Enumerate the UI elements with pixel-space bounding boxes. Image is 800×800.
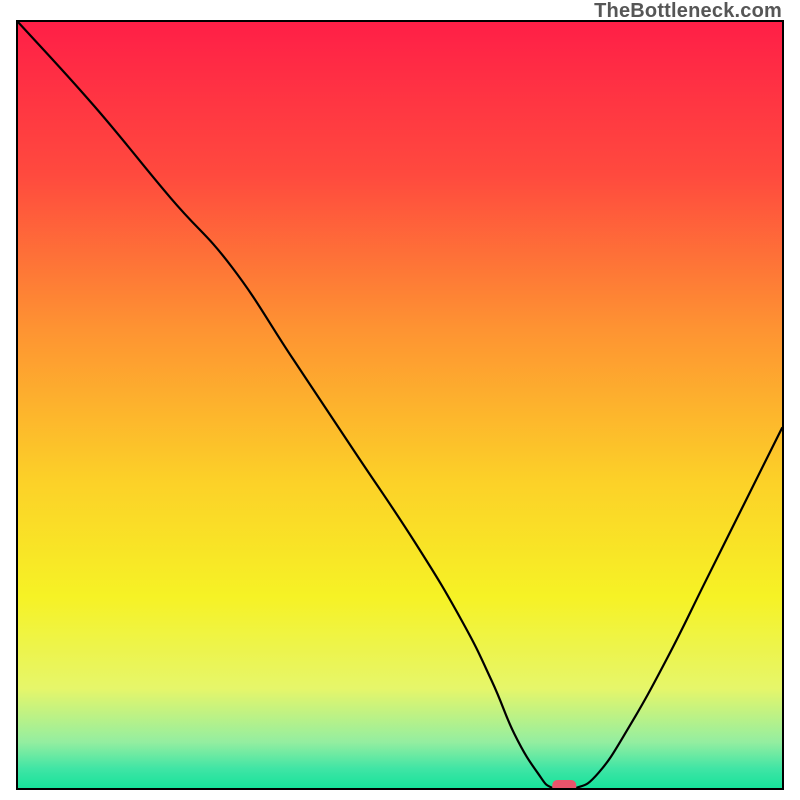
chart-background: [18, 22, 782, 788]
chart-frame: [16, 20, 784, 790]
bottleneck-chart: [18, 22, 782, 788]
optimal-marker: [552, 780, 576, 788]
